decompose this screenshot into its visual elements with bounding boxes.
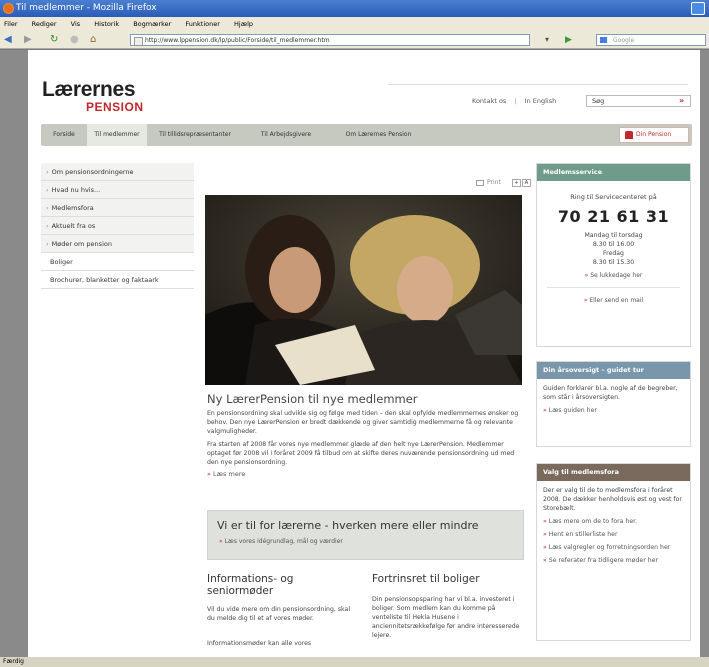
meetings-text: Vil du vide mere om din pensionsordning,… bbox=[207, 606, 351, 622]
annual-overview-box: Din årsoversigt – guidet tur Guiden fork… bbox=[536, 361, 691, 447]
hours-line: Mandag til torsdag bbox=[584, 232, 643, 239]
mission-callout: Vi er til for lærerne - hverken mere ell… bbox=[207, 510, 524, 560]
font-smaller-button[interactable]: + bbox=[512, 179, 521, 187]
header-links: Kontakt os | In English bbox=[472, 97, 556, 105]
meetings-text-cut: Informationsmøder kan alle vores bbox=[207, 640, 312, 647]
sub-navigation: Om pensionsordningerne Hvad nu hvis... M… bbox=[41, 163, 194, 289]
print-link[interactable]: Print bbox=[476, 179, 501, 186]
navigation-toolbar: ◀ ▶ ↻ ● ⌂ http://www.lppension.dk/lp/pub… bbox=[0, 31, 709, 49]
hours-line: Fredag bbox=[603, 250, 624, 257]
election-text: Der er valg til de to medlemsfora i forå… bbox=[543, 487, 682, 512]
address-bar[interactable]: http://www.lppension.dk/lp/public/Forsid… bbox=[130, 34, 530, 46]
hero-photo-illustration bbox=[205, 195, 522, 385]
forward-arrow-icon[interactable]: ▶ bbox=[24, 34, 32, 46]
status-bar: Færdig bbox=[0, 657, 709, 667]
hours-line: 8.30 til 16.00 bbox=[592, 241, 635, 248]
window-title: Til medlemmer - Mozilla Firefox bbox=[16, 3, 157, 13]
tab-tillidsrepraesentanter[interactable]: Til tillidsrepræsentanter bbox=[149, 124, 241, 146]
menu-history[interactable]: Historik bbox=[94, 20, 119, 28]
tab-om-laerernes-pension[interactable]: Om Lærernes Pension bbox=[331, 124, 426, 146]
service-lead: Ring til Servicecenteret på bbox=[570, 193, 657, 201]
election-link-referater[interactable]: Se referater fra tidligere møder her bbox=[537, 552, 690, 565]
article-headline: Ny LærerPension til nye medlemmer bbox=[207, 392, 418, 406]
menu-file[interactable]: Filer bbox=[4, 20, 18, 28]
print-label: Print bbox=[487, 179, 501, 186]
din-pension-label: Din Pension bbox=[636, 131, 672, 138]
election-link-fora[interactable]: Læs mere om de to fora her. bbox=[537, 513, 690, 526]
service-hours: Mandag til torsdag 8.30 til 16.00 Fredag… bbox=[537, 231, 690, 267]
menu-edit[interactable]: Rediger bbox=[32, 20, 57, 28]
meetings-title[interactable]: Informations- og seniormøder bbox=[207, 573, 347, 597]
send-mail-link[interactable]: Eller send en mail bbox=[537, 297, 690, 304]
housing-title[interactable]: Fortrinsret til boliger bbox=[372, 573, 527, 585]
subnav-item-brochurer[interactable]: Brochurer, blanketter og faktaark bbox=[41, 271, 194, 289]
menu-view[interactable]: Vis bbox=[71, 20, 81, 28]
tab-forside[interactable]: Forside bbox=[41, 124, 87, 146]
article-paragraph-2: Fra starten af 2008 får vores nye medlem… bbox=[207, 441, 515, 466]
reload-icon[interactable]: ↻ bbox=[50, 34, 58, 46]
closed-days-link[interactable]: Se lukkedage her bbox=[537, 272, 690, 279]
home-icon[interactable]: ⌂ bbox=[90, 34, 96, 46]
menu-help[interactable]: Hjælp bbox=[234, 20, 253, 28]
housing-text: Din pensionsopsparing har vi bl.a. inves… bbox=[372, 596, 520, 639]
main-navigation: Forside Til medlemmer Til tillidsrepræse… bbox=[41, 124, 692, 146]
stop-icon[interactable]: ● bbox=[70, 34, 79, 46]
go-arrow-icon[interactable]: ▶ bbox=[565, 34, 572, 46]
election-link-valgregler[interactable]: Læs valgregler og forretningsorden her bbox=[537, 539, 690, 552]
window-titlebar: Til medlemmer - Mozilla Firefox bbox=[0, 0, 709, 17]
menu-tools[interactable]: Funktioner bbox=[185, 20, 220, 28]
web-page: Lærernes PENSION Kontakt os | In English… bbox=[28, 50, 700, 657]
subnav-item-moder[interactable]: Møder om pension bbox=[41, 235, 194, 253]
article-paragraph-1: En pensionsordning skal udvikle sig og f… bbox=[207, 410, 519, 435]
annual-overview-text: Guiden forklarer bl.a. nogle af de begre… bbox=[543, 385, 678, 401]
subnav-item-boliger[interactable]: Boliger bbox=[41, 253, 194, 271]
header-separator: | bbox=[514, 97, 517, 105]
hero-photo bbox=[205, 195, 522, 385]
font-larger-button[interactable]: A bbox=[522, 179, 531, 187]
member-service-box: Medlemsservice Ring til Servicecenteret … bbox=[536, 163, 691, 347]
firefox-icon bbox=[3, 3, 14, 14]
site-search-input[interactable]: Søg bbox=[586, 95, 691, 107]
election-box: Valg til medlemsfora Der er valg til de … bbox=[536, 463, 691, 641]
subnav-item-pensionsordninger[interactable]: Om pensionsordningerne bbox=[41, 163, 194, 181]
browser-search-input[interactable]: Google bbox=[596, 34, 706, 46]
election-link-stillerliste[interactable]: Hent en stillerliste her bbox=[537, 526, 690, 539]
site-logo-text[interactable]: Lærernes bbox=[42, 78, 136, 102]
search-go-icon[interactable]: » bbox=[679, 96, 684, 106]
din-pension-button[interactable]: Din Pension bbox=[619, 127, 689, 143]
subnav-item-medlemsfora[interactable]: Medlemsfora bbox=[41, 199, 194, 217]
back-arrow-icon[interactable]: ◀ bbox=[4, 34, 12, 46]
user-icon bbox=[625, 131, 633, 139]
header-divider bbox=[388, 84, 688, 85]
site-logo-sub[interactable]: PENSION bbox=[86, 100, 144, 114]
tab-til-medlemmer[interactable]: Til medlemmer bbox=[87, 124, 147, 146]
annual-overview-title: Din årsoversigt – guidet tur bbox=[537, 362, 690, 379]
english-link[interactable]: In English bbox=[525, 97, 557, 105]
service-phone: 70 21 61 31 bbox=[557, 207, 670, 226]
callout-link[interactable]: Læs vores idégrundlag, mål og værdier bbox=[219, 538, 343, 545]
menu-bookmarks[interactable]: Bogmærker bbox=[133, 20, 171, 28]
menu-bar: Filer Rediger Vis Historik Bogmærker Fun… bbox=[0, 17, 709, 31]
member-service-title: Medlemsservice bbox=[537, 164, 690, 181]
service-divider bbox=[547, 287, 680, 288]
dropdown-icon[interactable]: ▾ bbox=[545, 34, 549, 46]
browser-viewport: Lærernes PENSION Kontakt os | In English… bbox=[0, 50, 709, 657]
annual-guide-link[interactable]: Læs guiden her bbox=[537, 402, 690, 415]
tab-arbejdsgivere[interactable]: Til Arbejdsgivere bbox=[241, 124, 331, 146]
callout-title: Vi er til for lærerne - hverken mere ell… bbox=[217, 519, 479, 532]
font-size-controls: + A bbox=[511, 178, 531, 187]
article-read-more-wrap: Læs mere bbox=[207, 470, 527, 479]
subnav-item-aktuelt[interactable]: Aktuelt fra os bbox=[41, 217, 194, 235]
printer-icon bbox=[476, 179, 484, 186]
hours-line: 8.30 til 15.30 bbox=[592, 259, 635, 266]
election-title: Valg til medlemsfora bbox=[537, 464, 690, 481]
window-control-button[interactable] bbox=[691, 2, 705, 15]
google-icon bbox=[599, 36, 608, 44]
article-read-more-link[interactable]: Læs mere bbox=[207, 470, 245, 478]
subnav-item-hvad-nu-hvis[interactable]: Hvad nu hvis... bbox=[41, 181, 194, 199]
contact-link[interactable]: Kontakt os bbox=[472, 97, 506, 105]
